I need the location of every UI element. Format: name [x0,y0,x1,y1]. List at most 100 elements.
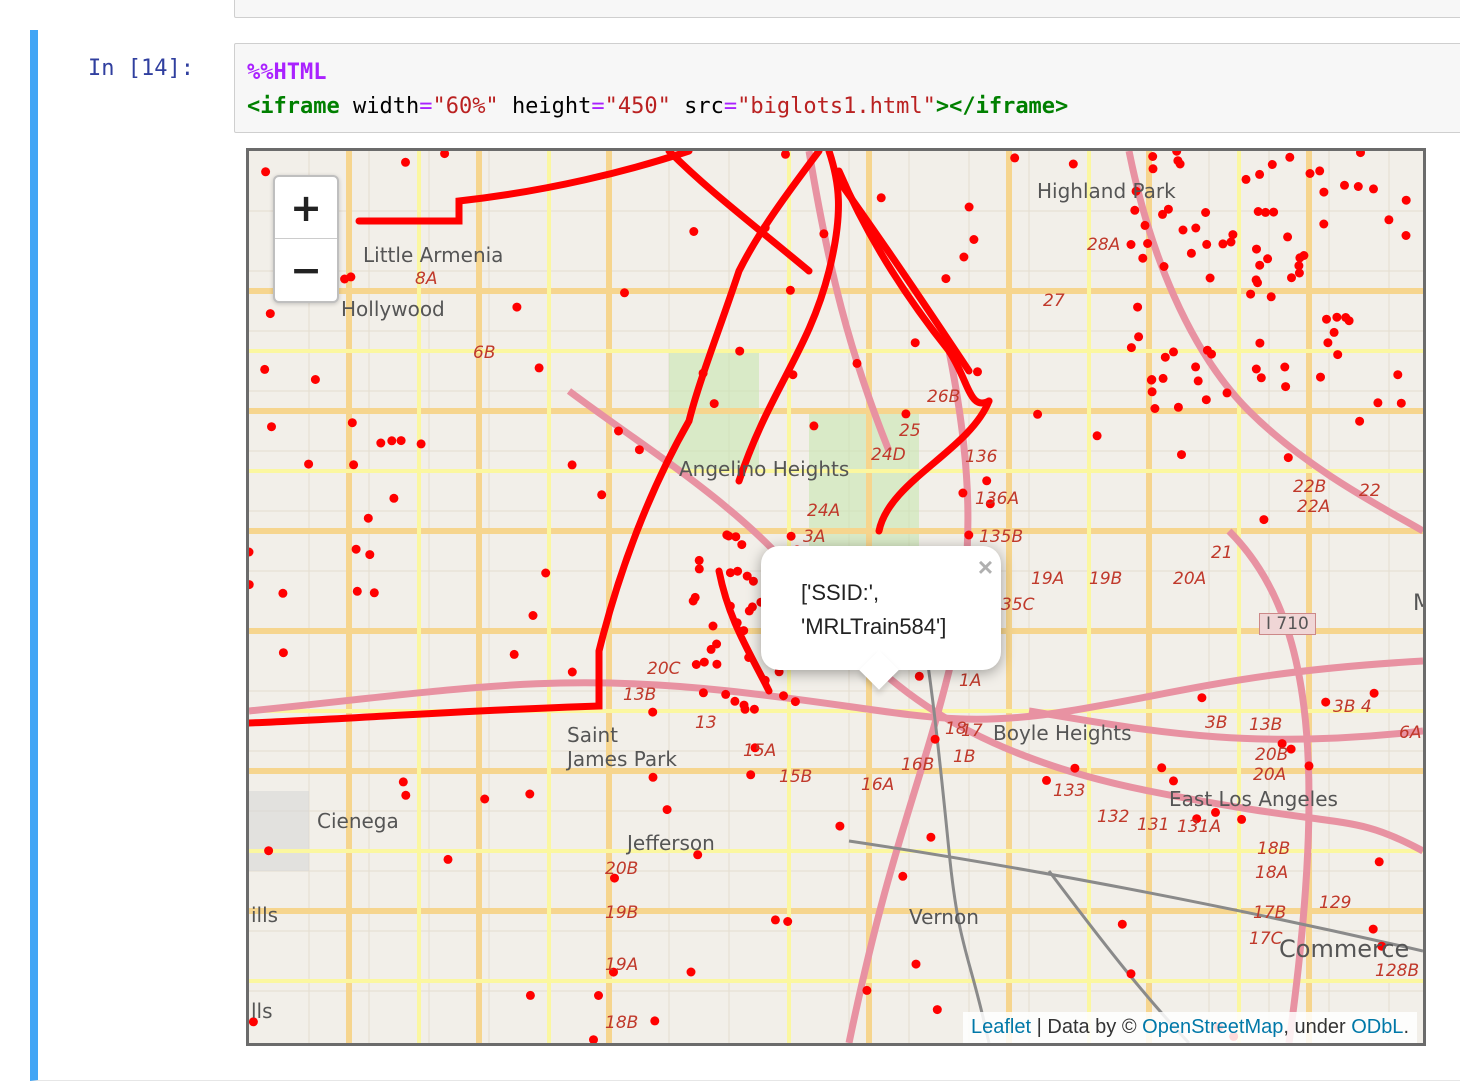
leaflet-link[interactable]: Leaflet [971,1016,1031,1038]
map-marker[interactable] [401,157,410,167]
map-marker[interactable] [509,649,519,659]
map-marker[interactable] [911,959,921,969]
map-marker[interactable] [1355,416,1365,426]
map-marker[interactable] [760,675,770,685]
map-marker[interactable] [930,734,940,744]
odbl-link[interactable]: ODbL [1351,1016,1403,1038]
map-marker[interactable] [1068,159,1078,169]
map-marker[interactable] [932,1005,942,1015]
map-marker[interactable] [1169,776,1178,786]
map-marker[interactable] [1299,251,1309,260]
map-marker[interactable] [614,426,623,436]
map-marker[interactable] [340,274,350,284]
map-marker[interactable] [480,794,490,804]
map-marker[interactable] [721,689,731,699]
map-marker[interactable] [688,596,698,606]
map-marker[interactable] [265,309,275,319]
map-marker[interactable] [744,606,754,616]
map-marker[interactable] [1373,398,1383,408]
map-marker[interactable] [365,550,375,560]
map-marker[interactable] [1177,450,1186,460]
map-marker[interactable] [958,488,968,498]
map-marker[interactable] [1178,225,1188,235]
code-input[interactable]: %%HTML <iframe width="60%" height="450" … [234,43,1460,133]
map-marker[interactable] [634,445,644,455]
map-marker[interactable] [347,418,357,428]
map-marker[interactable] [1269,207,1279,217]
map-marker[interactable] [686,967,696,977]
map-marker[interactable] [744,653,754,662]
map-marker[interactable] [731,532,741,542]
map-marker[interactable] [1205,273,1215,283]
leaflet-map[interactable]: Highland Park Little Armenia Hollywood A… [246,148,1426,1046]
map-marker[interactable] [760,223,770,233]
zoom-in-button[interactable]: + [275,177,337,239]
map-marker[interactable] [1353,182,1363,191]
map-marker[interactable] [1319,187,1329,197]
map-marker[interactable] [1130,205,1140,215]
map-marker[interactable] [1255,338,1265,348]
map-marker[interactable] [1148,152,1158,161]
map-marker[interactable] [973,367,982,377]
map-marker[interactable] [662,805,672,815]
map-marker[interactable] [1033,409,1043,419]
map-marker[interactable] [1133,302,1143,312]
map-marker[interactable] [1157,763,1167,773]
map-marker[interactable] [779,691,788,701]
map-marker[interactable] [1255,169,1265,179]
map-marker[interactable] [525,990,535,1000]
map-marker[interactable] [260,364,270,374]
map-marker[interactable] [1329,327,1339,337]
map-marker[interactable] [1261,207,1270,217]
map-marker[interactable] [1092,431,1102,441]
map-marker[interactable] [376,438,386,448]
map-marker[interactable] [691,660,701,669]
map-marker[interactable] [1218,239,1228,249]
map-marker[interactable] [620,288,629,298]
map-marker[interactable] [352,586,362,596]
map-marker[interactable] [788,370,798,380]
map-marker[interactable] [982,476,992,486]
map-marker[interactable] [1193,376,1203,386]
popup-close-icon[interactable]: × [978,552,993,583]
map-marker[interactable] [725,601,735,611]
map-marker[interactable] [1148,164,1158,174]
map-marker[interactable] [1263,254,1273,264]
map-marker[interactable] [1319,219,1329,229]
map-marker[interactable] [1117,919,1127,929]
map-marker[interactable] [1259,515,1269,525]
map-marker[interactable] [1197,693,1207,703]
map-marker[interactable] [1323,338,1333,348]
map-marker[interactable] [1356,151,1365,158]
map-marker[interactable] [740,704,750,714]
map-marker[interactable] [1160,352,1170,362]
map-marker[interactable] [351,544,361,554]
map-marker[interactable] [648,707,658,717]
map-marker[interactable] [1368,924,1378,934]
map-marker[interactable] [440,151,450,159]
map-marker[interactable] [512,302,522,312]
map-marker[interactable] [1070,763,1080,773]
map-marker[interactable] [1246,289,1256,299]
map-marker[interactable] [1140,220,1150,230]
map-marker[interactable] [1305,169,1315,178]
map-marker[interactable] [783,917,793,926]
map-marker[interactable] [594,991,603,1000]
map-marker[interactable] [589,1035,598,1043]
map-marker[interactable] [264,846,274,856]
map-marker[interactable] [1369,184,1378,194]
map-marker[interactable] [698,368,708,378]
map-marker[interactable] [1256,373,1266,383]
map-marker[interactable] [648,772,658,782]
map-marker[interactable] [416,439,426,449]
map-marker[interactable] [534,363,544,373]
map-marker[interactable] [398,777,408,787]
map-marker[interactable] [709,399,719,409]
map-marker[interactable] [1126,343,1136,353]
map-marker[interactable] [770,915,780,925]
map-marker[interactable] [1150,404,1160,413]
map-marker[interactable] [528,611,538,620]
map-marker[interactable] [1237,814,1247,824]
map-marker[interactable] [1283,232,1293,242]
map-marker[interactable] [1285,152,1295,162]
